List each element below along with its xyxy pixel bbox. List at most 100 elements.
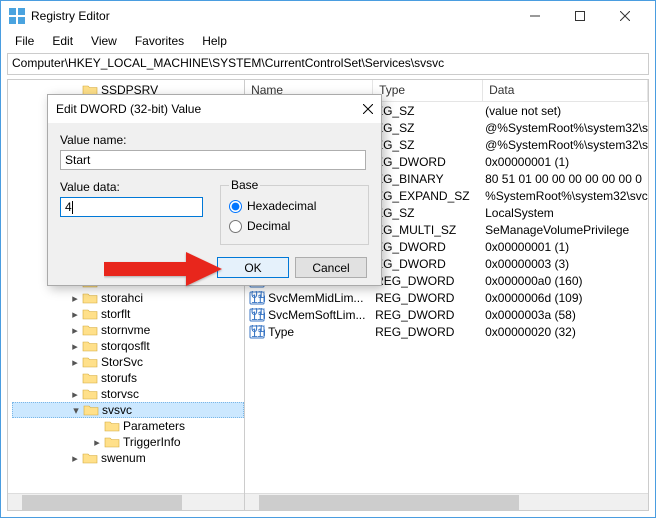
expander-icon[interactable]: ▸	[68, 388, 82, 401]
folder-icon	[82, 355, 98, 369]
value-name: SvcMemMidLim...	[268, 291, 363, 305]
folder-icon	[104, 435, 120, 449]
maximize-button[interactable]	[557, 2, 602, 30]
menu-view[interactable]: View	[83, 32, 125, 50]
tree-label: storqosflt	[101, 339, 150, 353]
expander-icon[interactable]: ▸	[68, 292, 82, 305]
radio-dec[interactable]: Decimal	[229, 216, 360, 236]
expander-icon[interactable]: ▸	[68, 340, 82, 353]
value-type: EG_DWORD	[373, 240, 483, 254]
value-data-input[interactable]: 4	[60, 197, 203, 217]
dialog-close-button[interactable]	[345, 101, 373, 117]
expander-icon[interactable]: ▸	[68, 324, 82, 337]
value-data: SeManageVolumePrivilege	[483, 223, 648, 237]
ok-button[interactable]: OK	[217, 257, 289, 278]
tree-item[interactable]: ▸ storflt	[12, 306, 244, 322]
tree-label: Parameters	[123, 419, 185, 433]
radio-hex[interactable]: Hexadecimal	[229, 196, 360, 216]
value-data: 80 51 01 00 00 00 00 00 00 0	[483, 172, 648, 186]
value-data: 0x0000003a (58)	[483, 308, 648, 322]
app-icon	[9, 8, 25, 24]
value-type: EG_SZ	[373, 206, 483, 220]
tree-label: storflt	[101, 307, 130, 321]
minimize-button[interactable]	[512, 2, 557, 30]
value-icon: 011110	[249, 308, 265, 322]
value-type: EG_MULTI_SZ	[373, 223, 483, 237]
address-bar[interactable]: Computer\HKEY_LOCAL_MACHINE\SYSTEM\Curre…	[7, 53, 649, 75]
tree-item[interactable]: ▸ storqosflt	[12, 338, 244, 354]
value-type: REG_DWORD	[373, 291, 483, 305]
value-type: EG_DWORD	[373, 257, 483, 271]
folder-icon	[82, 451, 98, 465]
tree-item[interactable]: ▾ svsvc	[12, 402, 244, 418]
menu-file[interactable]: File	[7, 32, 42, 50]
window-title: Registry Editor	[31, 9, 512, 23]
tree-item[interactable]: ▸ swenum	[12, 450, 244, 466]
value-type: EG_SZ	[373, 121, 483, 135]
menu-favorites[interactable]: Favorites	[127, 32, 192, 50]
value-data: 0x00000001 (1)	[483, 240, 648, 254]
cancel-button[interactable]: Cancel	[295, 257, 367, 278]
value-data: 0x000000a0 (160)	[483, 274, 648, 288]
tree-label: storahci	[101, 291, 143, 305]
folder-icon	[82, 291, 98, 305]
value-data: @%SystemRoot%\system32\s	[483, 138, 648, 152]
list-row[interactable]: 011110SvcMemSoftLim...REG_DWORD0x0000003…	[245, 306, 648, 323]
folder-icon	[104, 419, 120, 433]
svg-text:110: 110	[251, 326, 265, 339]
tree-label: storufs	[101, 371, 137, 385]
dialog-title: Edit DWORD (32-bit) Value	[56, 102, 345, 116]
value-name-input[interactable]: Start	[60, 150, 366, 170]
expander-icon[interactable]: ▾	[69, 404, 83, 417]
close-button[interactable]	[602, 2, 647, 30]
value-icon: 011110	[249, 325, 265, 339]
tree-label: TriggerInfo	[123, 435, 181, 449]
base-group: Base Hexadecimal Decimal	[220, 178, 369, 245]
value-type: EG_SZ	[373, 104, 483, 118]
tree-label: stornvme	[101, 323, 150, 337]
svg-text:110: 110	[251, 292, 265, 305]
menu-edit[interactable]: Edit	[44, 32, 81, 50]
value-name-label: Value name:	[60, 133, 369, 147]
edit-dword-dialog: Edit DWORD (32-bit) Value Value name: St…	[47, 94, 382, 286]
expander-icon[interactable]: ▸	[68, 452, 82, 465]
value-data: %SystemRoot%\system32\svc	[483, 189, 648, 203]
folder-icon	[82, 339, 98, 353]
list-row[interactable]: 011110SvcMemMidLim... REG_DWORD0x0000006d…	[245, 289, 648, 306]
tree-label: svsvc	[102, 403, 132, 417]
tree-label: storvsc	[101, 387, 139, 401]
value-data: 0x0000006d (109)	[483, 291, 648, 305]
svg-text:110: 110	[251, 309, 265, 322]
tree-item[interactable]: ▸ TriggerInfo	[12, 434, 244, 450]
value-data: @%SystemRoot%\system32\s	[483, 121, 648, 135]
value-data: LocalSystem	[483, 206, 648, 220]
value-icon: 011110	[249, 291, 265, 305]
value-data: 0x00000003 (3)	[483, 257, 648, 271]
tree-item[interactable]: ▸StorSvc	[12, 354, 244, 370]
value-data-label: Value data:	[60, 180, 220, 194]
list-row[interactable]: 011110Type REG_DWORD0x00000020 (32)	[245, 323, 648, 340]
col-data[interactable]: Data	[483, 80, 648, 101]
folder-icon	[82, 323, 98, 337]
folder-icon	[82, 371, 98, 385]
value-type: EG_BINARY	[373, 172, 483, 186]
value-type: REG_DWORD	[373, 325, 483, 339]
value-type: EG_DWORD	[373, 155, 483, 169]
tree-item[interactable]: Parameters	[12, 418, 244, 434]
tree-item[interactable]: storufs	[12, 370, 244, 386]
expander-icon[interactable]: ▸	[68, 356, 82, 369]
tree-label: swenum	[101, 451, 146, 465]
expander-icon[interactable]: ▸	[90, 436, 104, 449]
value-data: 0x00000020 (32)	[483, 325, 648, 339]
tree-item[interactable]: ▸ storahci	[12, 290, 244, 306]
menu-help[interactable]: Help	[194, 32, 235, 50]
folder-icon	[82, 387, 98, 401]
expander-icon[interactable]: ▸	[68, 308, 82, 321]
value-name: Type	[268, 325, 294, 339]
col-type[interactable]: Type	[373, 80, 483, 101]
tree-item[interactable]: ▸ storvsc	[12, 386, 244, 402]
value-type: EG_EXPAND_SZ	[373, 189, 483, 203]
menubar: File Edit View Favorites Help	[1, 31, 655, 51]
tree-item[interactable]: ▸ stornvme	[12, 322, 244, 338]
value-type: REG_DWORD	[373, 274, 483, 288]
